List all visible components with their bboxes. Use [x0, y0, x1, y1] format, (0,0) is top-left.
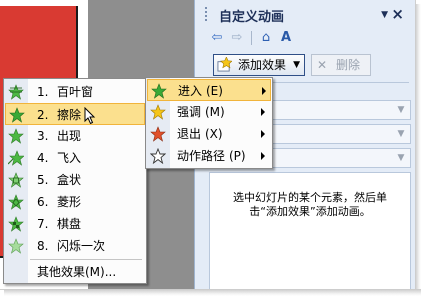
add-effect-menu: 进入 (E) 强调 (M) 退出 (X) 动作路径 (P)	[145, 77, 273, 169]
task-pane-title-bar: 自定义动画 ▼ ×	[201, 4, 412, 25]
empty-list-hint: 选中幻灯片的某个元素，然后单击“添加效果”添加动画。	[233, 191, 387, 218]
menu-item-shortcut: (P)	[229, 149, 246, 163]
mouse-pointer-icon	[84, 107, 96, 125]
entrance-star-icon	[151, 83, 167, 99]
more-effects-label: 其他效果(M)...	[37, 265, 117, 279]
submenu-item-label: 盒状	[57, 173, 82, 187]
submenu-item-number: 7.	[37, 217, 49, 231]
submenu-item-number: 6.	[37, 195, 49, 209]
menu-item-shortcut: (M)	[205, 105, 225, 119]
menu-item-shortcut: (E)	[206, 84, 223, 98]
submenu-arrow-icon	[261, 108, 265, 116]
submenu-item-diamond[interactable]: 6. 菱形	[5, 191, 145, 213]
menu-item-label: 动作路径	[177, 149, 226, 163]
submenu-item-label: 出现	[57, 129, 82, 143]
back-arrow-icon[interactable]: ⇦	[209, 30, 225, 46]
submenu-item-label: 闪烁一次	[57, 239, 106, 253]
chevron-down-icon[interactable]: ▼	[393, 102, 409, 118]
nav-separator	[251, 30, 252, 45]
submenu-item-more-effects[interactable]: 其他效果(M)...	[5, 261, 145, 283]
submenu-item-number: 2.	[37, 108, 49, 122]
diamond-effect-icon	[8, 194, 24, 210]
chevron-down-icon[interactable]: ▼	[393, 126, 409, 142]
forward-arrow-icon[interactable]: ⇨	[229, 30, 245, 46]
menu-item-label: 强调	[177, 105, 202, 119]
submenu-item-label: 擦除	[57, 108, 82, 122]
submenu-arrow-icon	[262, 87, 266, 95]
menu-item-entrance[interactable]: 进入 (E)	[147, 79, 271, 101]
window: 自定义动画 ▼ × ⇦ ⇨ ⌂ A 添加效果 ▼ ✕ 删除 ▼ ▼ ▼ 选中幻灯…	[0, 0, 416, 290]
add-effect-label: 添加效果	[238, 58, 287, 72]
submenu-item-checkerboard[interactable]: 7. 棋盘	[5, 213, 145, 235]
menu-item-label: 退出	[177, 127, 202, 141]
submenu-arrow-icon	[261, 130, 265, 138]
submenu-item-number: 1.	[37, 85, 49, 99]
submenu-item-label: 飞入	[57, 151, 82, 165]
menu-separator	[30, 259, 142, 260]
menu-item-motion-path[interactable]: 动作路径 (P)	[147, 145, 271, 167]
task-pane-navigation: ⇦ ⇨ ⌂ A	[209, 30, 298, 48]
exit-star-icon	[150, 126, 166, 142]
fly-in-effect-icon	[8, 150, 24, 166]
submenu-item-number: 3.	[37, 129, 49, 143]
grip-icon	[205, 7, 210, 21]
submenu-item-number: 5.	[37, 173, 49, 187]
appear-effect-icon	[8, 128, 24, 144]
submenu-item-number: 4.	[37, 151, 49, 165]
add-effect-button[interactable]: 添加效果 ▼	[213, 54, 305, 76]
task-pane-title: 自定义动画	[219, 10, 285, 25]
submenu-item-appear[interactable]: 3. 出现	[5, 125, 145, 147]
box-effect-icon	[8, 172, 24, 188]
submenu-item-wipe[interactable]: 2. 擦除	[5, 103, 145, 125]
submenu-item-label: 棋盘	[57, 217, 82, 231]
dropdown-arrow-icon: ▼	[293, 60, 300, 70]
checkerboard-effect-icon	[8, 216, 24, 232]
remove-label: 删除	[336, 58, 361, 72]
submenu-item-flash-once[interactable]: 8. 闪烁一次	[5, 235, 145, 257]
submenu-item-box[interactable]: 5. 盒状	[5, 169, 145, 191]
motion-path-star-icon	[150, 148, 166, 164]
remove-x-icon: ✕	[317, 58, 328, 72]
home-icon[interactable]: ⌂	[258, 30, 274, 46]
chevron-down-icon[interactable]: ▼	[393, 150, 409, 166]
submenu-item-blinds[interactable]: 1. 百叶窗	[5, 81, 145, 103]
close-icon[interactable]: ×	[391, 5, 404, 23]
window-shadow-right	[415, 4, 421, 293]
wipe-effect-icon	[9, 107, 25, 123]
flash-once-effect-icon	[8, 238, 24, 254]
emphasis-star-icon	[150, 104, 166, 120]
window-shadow-bottom	[4, 289, 421, 296]
remove-button[interactable]: ✕ 删除	[311, 54, 371, 76]
submenu-item-label: 菱形	[57, 195, 82, 209]
submenu-item-number: 8.	[37, 239, 49, 253]
submenu-arrow-icon	[261, 152, 265, 160]
add-effect-icon	[217, 57, 232, 72]
entrance-effects-submenu: 1. 百叶窗 2. 擦除 3. 出现 4. 飞入 5. 盒状 6. 菱形 7. …	[3, 78, 147, 284]
menu-item-label: 进入	[178, 84, 203, 98]
menu-item-emphasis[interactable]: 强调 (M)	[147, 101, 271, 123]
font-styles-icon[interactable]: A	[278, 30, 294, 46]
blinds-effect-icon	[8, 84, 24, 100]
submenu-item-fly-in[interactable]: 4. 飞入	[5, 147, 145, 169]
menu-item-exit[interactable]: 退出 (X)	[147, 123, 271, 145]
animation-list[interactable]: 选中幻灯片的某个元素，然后单击“添加效果”添加动画。	[209, 172, 411, 289]
submenu-item-label: 百叶窗	[57, 85, 94, 99]
menu-item-shortcut: (X)	[205, 127, 223, 141]
chevron-down-icon[interactable]: ▼	[381, 10, 388, 20]
